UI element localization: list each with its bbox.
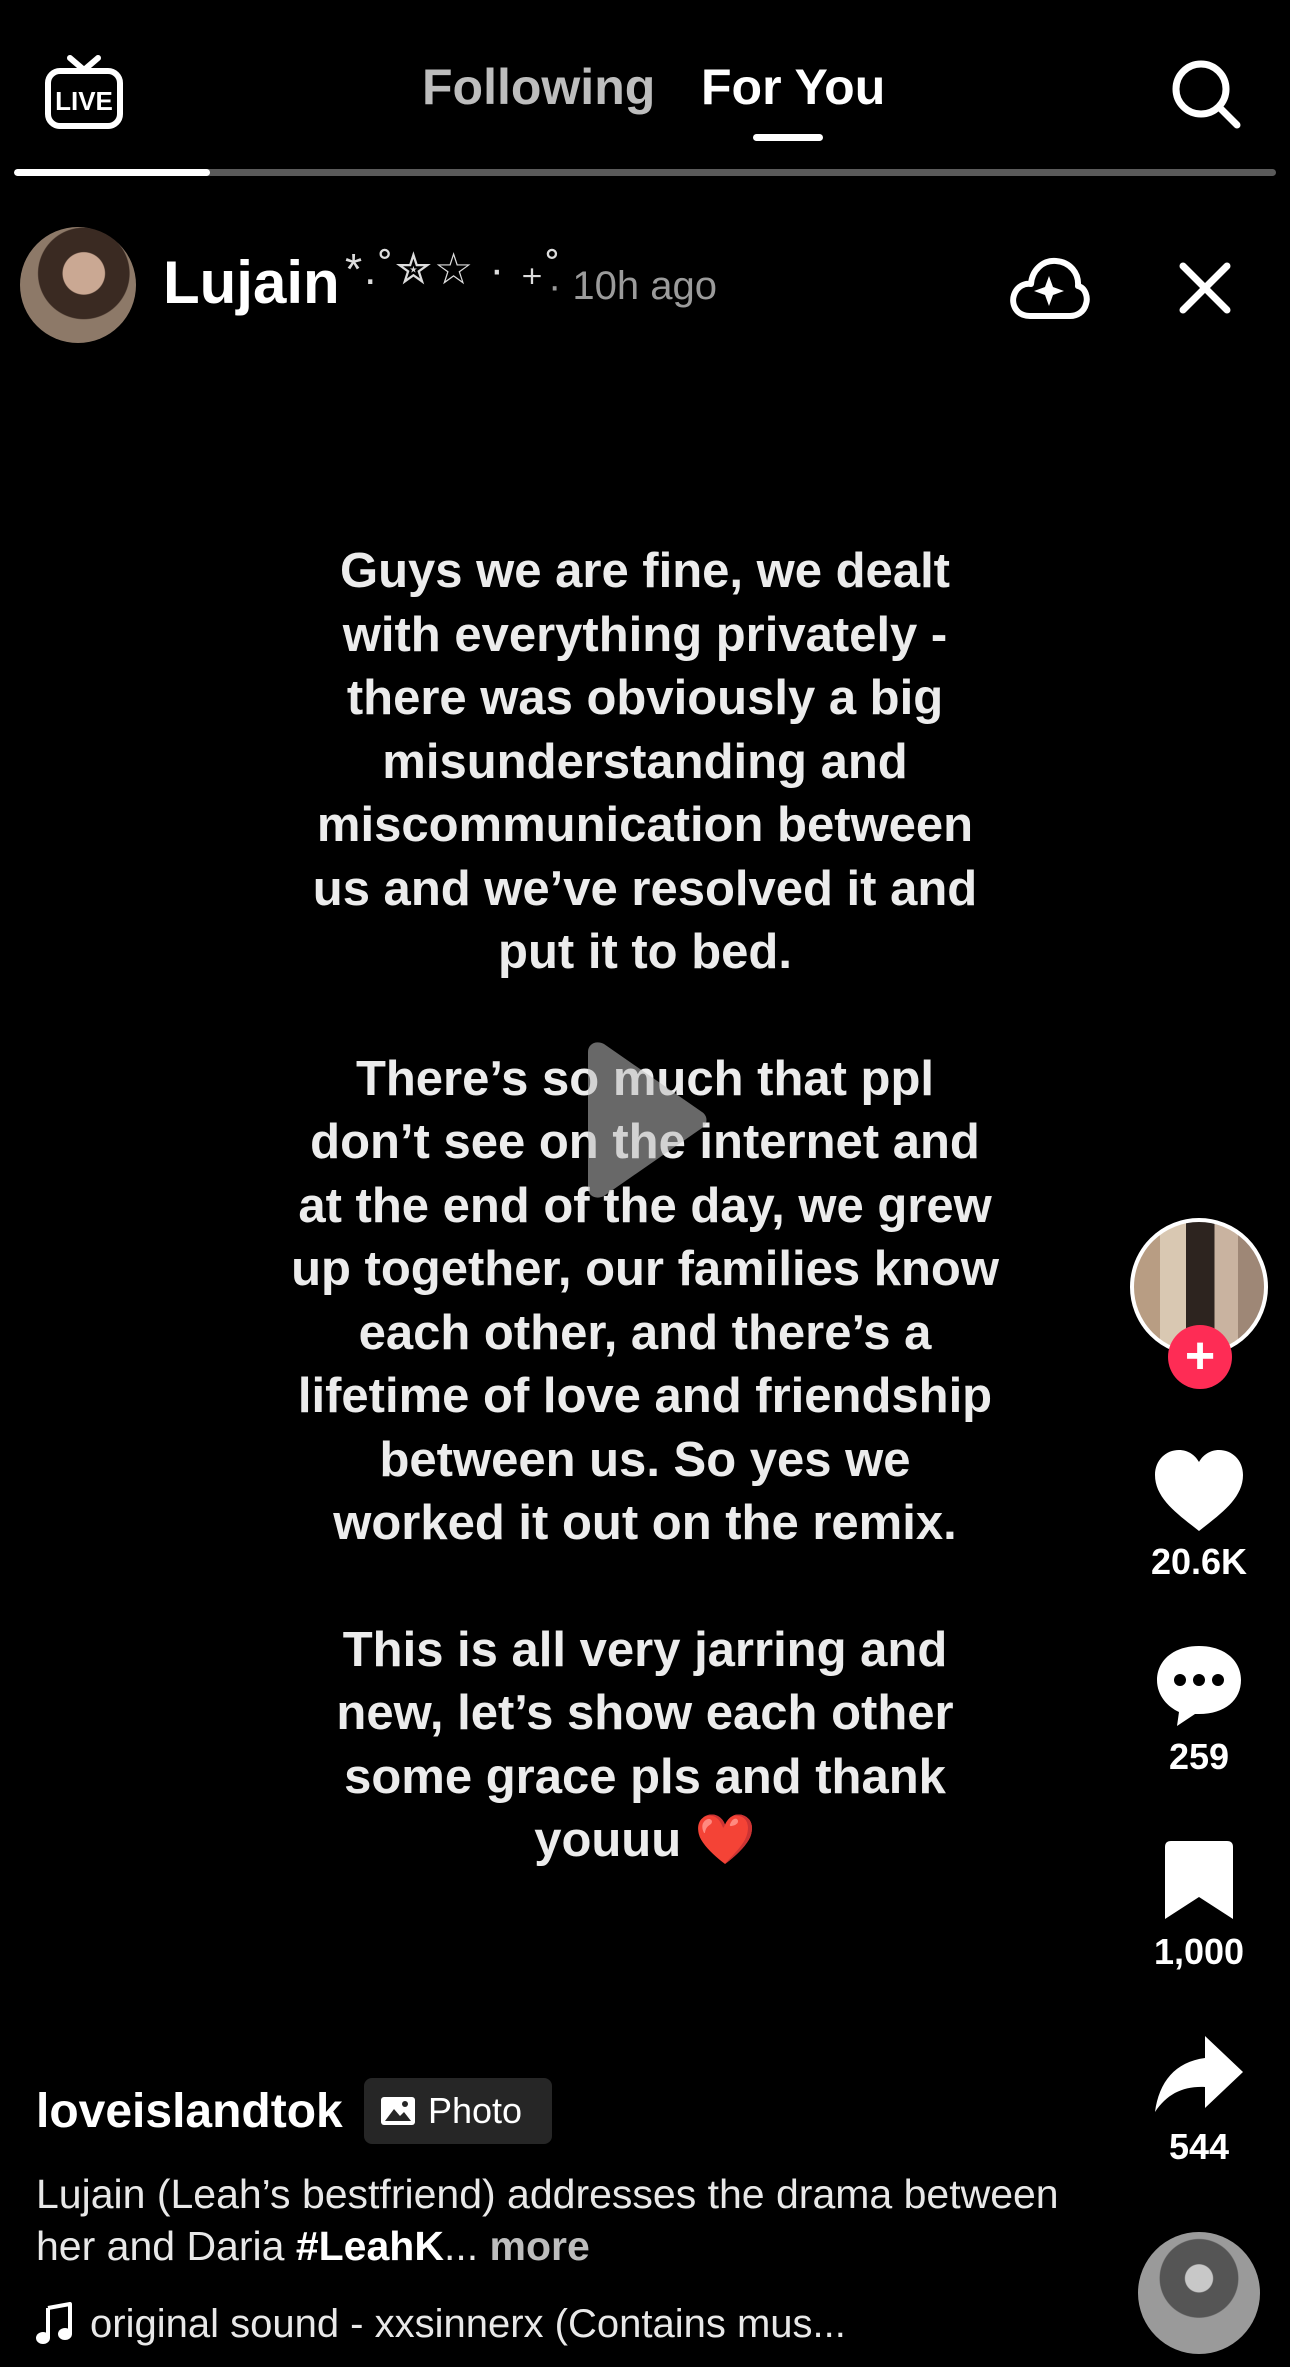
active-tab-indicator — [753, 134, 823, 141]
sound-row[interactable]: original sound - xxsinnerx (Contains mus… — [36, 2294, 1106, 2354]
like-count: 20.6K — [1150, 1541, 1248, 1582]
post-paragraph: Guys we are fine, we dealt with everythi… — [312, 544, 978, 979]
caption-more-button[interactable]: more — [490, 2223, 590, 2269]
photo-progress-bar — [14, 169, 1276, 176]
share-button[interactable]: 544 — [1130, 2030, 1268, 2168]
comment-button[interactable]: 259 — [1130, 1640, 1268, 1778]
bookmark-button[interactable]: 1,000 — [1130, 1835, 1268, 1973]
share-arrow-icon — [1155, 2036, 1243, 2112]
top-navigation: LIVE Following For You — [0, 0, 1290, 180]
search-icon[interactable] — [1170, 58, 1242, 130]
heart-icon — [1155, 1450, 1243, 1531]
photo-progress-fill — [14, 169, 210, 176]
photo-icon — [381, 2097, 415, 2125]
author-username[interactable]: loveislandtok — [36, 2084, 343, 2139]
bookmark-icon — [1165, 1841, 1233, 1919]
post-paragraph: This is all very jarring and new, let’s … — [336, 1622, 954, 1868]
live-tv-icon[interactable]: LIVE — [44, 54, 124, 130]
post-text-content[interactable]: Guys we are fine, we dealt with everythi… — [290, 540, 1000, 1873]
sound-title: original sound - xxsinnerx (Contains mus… — [90, 2301, 846, 2346]
tab-following[interactable]: Following — [422, 58, 655, 116]
follow-button[interactable]: + — [1168, 1325, 1232, 1389]
repost-header: Lujain *.˚✮☆ · ₊˚ · 10h ago — [0, 222, 1290, 343]
avatar[interactable] — [20, 227, 136, 343]
post-time: · 10h ago — [548, 264, 718, 308]
photo-badge-label: Photo — [428, 2090, 523, 2131]
comment-bubble-icon — [1157, 1646, 1241, 1726]
reposter-name[interactable]: Lujain — [163, 248, 340, 317]
share-count: 544 — [1168, 2126, 1230, 2167]
caption-hashtag[interactable]: #LeahK — [296, 2223, 444, 2269]
play-icon[interactable] — [578, 1040, 710, 1200]
caption-ellipsis: ... — [443, 2223, 479, 2269]
comment-count: 259 — [1168, 1736, 1230, 1777]
music-disc[interactable] — [1138, 2232, 1260, 2354]
bookmark-count: 1,000 — [1153, 1931, 1245, 1972]
cloud-sparkle-icon[interactable] — [1008, 252, 1090, 324]
close-icon[interactable] — [1175, 258, 1235, 318]
svg-text:LIVE: LIVE — [55, 86, 113, 116]
like-button[interactable]: 20.6K — [1130, 1445, 1268, 1583]
photo-badge: Photo — [364, 2078, 552, 2144]
post-caption[interactable]: Lujain (Leah’s bestfriend) addresses the… — [36, 2168, 1076, 2272]
name-decoration: *.˚✮☆ · ₊˚ — [345, 245, 563, 294]
tab-for-you[interactable]: For You — [701, 58, 885, 116]
music-note-icon — [36, 2302, 72, 2344]
tiktok-photo-post-screen: LIVE Following For You Lujain *.˚✮☆ · ₊˚… — [0, 0, 1290, 2367]
